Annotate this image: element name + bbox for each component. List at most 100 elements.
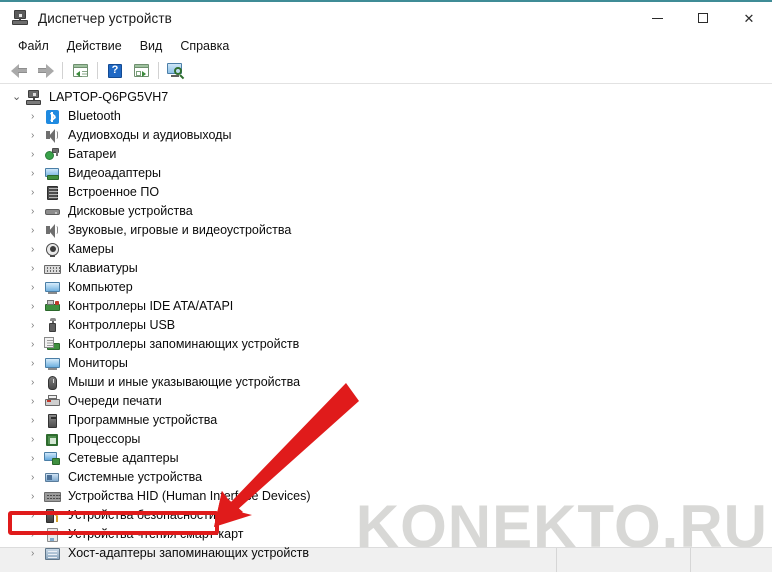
tree-item-5[interactable]: › Дисковые устройства [0,202,772,221]
chevron-right-icon[interactable]: › [31,168,44,179]
tree-item-label: Хост-адаптеры запоминающих устройств [68,546,309,560]
keyboard-icon [44,261,61,277]
chevron-right-icon[interactable]: › [31,187,44,198]
close-button[interactable]: ✕ [726,2,772,34]
tree-item-7[interactable]: › Камеры [0,240,772,259]
chevron-right-icon[interactable]: › [31,529,44,540]
toolbar: ? [0,58,772,84]
tree-item-15[interactable]: › Очереди печати [0,392,772,411]
minimize-icon [651,17,663,19]
tree-item-label: Дисковые устройства [68,204,193,218]
chevron-right-icon[interactable]: › [31,434,44,445]
chevron-right-icon[interactable]: › [31,130,44,141]
maximize-button[interactable] [680,2,726,34]
network-adapter-icon [44,451,61,467]
chevron-right-icon[interactable]: › [31,206,44,217]
maximize-icon [698,13,708,23]
update-driver-button[interactable] [128,60,154,82]
tree-item-8[interactable]: › Клавиатуры [0,259,772,278]
tree-item-14[interactable]: › Мыши и иные указывающие устройства [0,373,772,392]
tree-item-6[interactable]: › Звуковые, игровые и видеоустройства [0,221,772,240]
chevron-right-icon[interactable]: › [31,339,44,350]
tree-item-label: Сетевые адаптеры [68,451,179,465]
help-button[interactable]: ? [102,60,128,82]
tree-root-node[interactable]: ⌄ LAPTOP-Q6PG5VH7 [0,88,772,107]
software-device-icon [44,413,61,429]
computer-root-icon [25,89,42,106]
tree-item-label: Клавиатуры [68,261,138,275]
firmware-icon [44,185,61,201]
tree-item-18[interactable]: › Сетевые адаптеры [0,449,772,468]
tree-root-label: LAPTOP-Q6PG5VH7 [49,90,169,104]
tree-item-19[interactable]: › Системные устройства [0,468,772,487]
tree-item-13[interactable]: › Мониторы [0,354,772,373]
bluetooth-icon [44,109,61,125]
back-button[interactable] [6,60,32,82]
chevron-right-icon[interactable]: › [31,149,44,160]
update-driver-icon [133,64,149,77]
tree-item-label: Программные устройства [68,413,218,427]
tree-item-label: Устройства чтения смарт-карт [68,527,244,541]
forward-button[interactable] [32,60,58,82]
tree-item-label: Звуковые, игровые и видеоустройства [68,223,292,237]
tree-item-3[interactable]: › Видеоадаптеры [0,164,772,183]
disk-drive-icon [44,204,61,220]
chevron-right-icon[interactable]: › [31,282,44,293]
tree-item-2[interactable]: › Батареи [0,145,772,164]
chevron-right-icon[interactable]: › [31,111,44,122]
tree-item-label: Батареи [68,147,117,161]
chevron-right-icon[interactable]: › [31,358,44,369]
chevron-right-icon[interactable]: › [31,244,44,255]
storage-controller-icon [44,336,61,353]
toolbar-separator-2 [97,62,98,79]
chevron-down-icon[interactable]: ⌄ [12,92,25,103]
chevron-right-icon[interactable]: › [31,415,44,426]
tree-item-label: Встроенное ПО [68,185,160,199]
chevron-right-icon[interactable]: › [31,453,44,464]
tree-item-1[interactable]: › Аудиовходы и аудиовыходы [0,126,772,145]
tree-item-12[interactable]: › Контроллеры запоминающих устройств [0,335,772,354]
system-device-icon [44,470,61,486]
tree-item-9[interactable]: › Компьютер [0,278,772,297]
tree-item-label: Видеоадаптеры [68,166,161,180]
tree-item-16[interactable]: › Программные устройства [0,411,772,430]
tree-item-4[interactable]: › Встроенное ПО [0,183,772,202]
menu-item-help[interactable]: Справка [171,37,238,56]
tree-item-label: Устройства безопасности [68,508,216,522]
tree-item-17[interactable]: › Процессоры [0,430,772,449]
tree-item-21[interactable]: › Устройства безопасности [0,506,772,525]
chevron-right-icon[interactable]: › [31,225,44,236]
chevron-right-icon[interactable]: › [31,301,44,312]
chevron-right-icon[interactable]: › [31,396,44,407]
scan-hardware-icon [166,62,186,79]
window-title: Диспетчер устройств [38,10,172,26]
monitor-icon [44,356,61,372]
tree-item-23[interactable]: › Хост-адаптеры запоминающих устройств [0,544,772,563]
processor-icon [44,432,61,448]
tree-item-label: Очереди печати [68,394,162,408]
menu-item-view[interactable]: Вид [131,37,172,56]
chevron-right-icon[interactable]: › [31,377,44,388]
tree-item-11[interactable]: › Контроллеры USB [0,316,772,335]
properties-button[interactable] [67,60,93,82]
chevron-right-icon[interactable]: › [31,472,44,483]
chevron-right-icon[interactable]: › [31,491,44,502]
tree-item-label: Компьютер [68,280,133,294]
tree-item-0[interactable]: › Bluetooth [0,107,772,126]
title-bar[interactable]: Диспетчер устройств ✕ [0,2,772,34]
chevron-right-icon[interactable]: › [31,548,44,559]
chevron-right-icon[interactable]: › [31,263,44,274]
help-icon: ? [108,63,122,78]
back-arrow-icon [10,63,28,78]
tree-item-label: Процессоры [68,432,141,446]
tree-item-10[interactable]: › Контроллеры IDE ATA/ATAPI [0,297,772,316]
tree-item-20[interactable]: › Устройства HID (Human Interface Devices… [0,487,772,506]
tree-item-label: Контроллеры USB [68,318,176,332]
scan-hardware-button[interactable] [163,60,189,82]
minimize-button[interactable] [634,2,680,34]
menu-item-file[interactable]: Файл [9,37,58,56]
chevron-right-icon[interactable]: › [31,510,44,521]
tree-item-22[interactable]: › Устройства чтения смарт-карт [0,525,772,544]
chevron-right-icon[interactable]: › [31,320,44,331]
menu-item-action[interactable]: Действие [58,37,131,56]
